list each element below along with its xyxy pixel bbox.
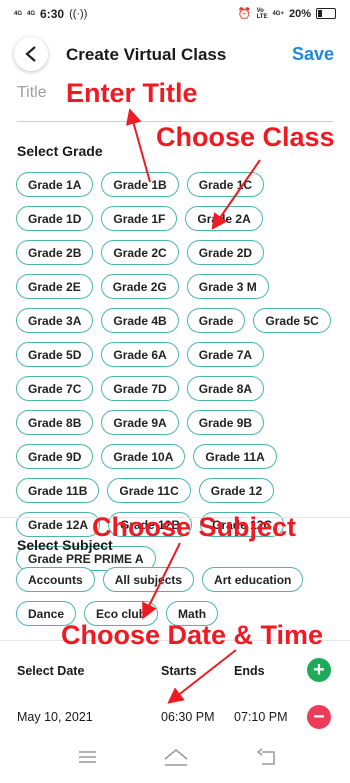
annotation-choose-date-time: Choose Date & Time bbox=[61, 620, 324, 650]
menu-icon[interactable] bbox=[79, 751, 96, 763]
minus-icon: − bbox=[313, 706, 325, 728]
home-icon[interactable] bbox=[164, 749, 188, 766]
grade-chip[interactable]: Grade 1C bbox=[186, 172, 265, 197]
grade-chip[interactable]: Grade 12A bbox=[16, 512, 101, 537]
grade-chip[interactable]: Grade 11A bbox=[193, 444, 277, 469]
grade-chip[interactable]: Grade 10A bbox=[101, 444, 186, 469]
grade-chip[interactable]: Grade bbox=[186, 308, 246, 333]
starts-label: Starts bbox=[161, 664, 197, 678]
grade-chip[interactable]: Grade 11C bbox=[107, 478, 191, 503]
grade-chip[interactable]: Grade 12 bbox=[198, 478, 275, 503]
grade-chip[interactable]: Grade 3 M bbox=[186, 274, 269, 299]
grade-chip[interactable]: Grade 4B bbox=[101, 308, 179, 333]
add-slot-button[interactable]: + bbox=[307, 658, 331, 682]
end-time-value[interactable]: 07:10 PM bbox=[234, 710, 288, 724]
grade-chip[interactable]: Grade 11B bbox=[16, 478, 100, 503]
ends-label: Ends bbox=[234, 664, 265, 678]
annotation-choose-class: Choose Class bbox=[156, 122, 335, 152]
grade-chip[interactable]: Grade 7C bbox=[16, 376, 94, 401]
back-button[interactable] bbox=[14, 37, 48, 71]
grade-chip[interactable]: Grade 2D bbox=[186, 240, 265, 265]
subject-chip[interactable]: Accounts bbox=[16, 567, 95, 592]
hotspot-icon: ((·)) bbox=[69, 8, 88, 20]
grade-chip[interactable]: Grade 2A bbox=[185, 206, 263, 231]
grade-chip[interactable]: Grade 1D bbox=[16, 206, 94, 231]
grade-chip[interactable]: Grade 1F bbox=[101, 206, 178, 231]
grade-chip[interactable]: Grade 7D bbox=[101, 376, 179, 401]
annotation-enter-title: Enter Title bbox=[66, 78, 198, 108]
select-grade-heading: Select Grade bbox=[17, 143, 103, 159]
start-time-value[interactable]: 06:30 PM bbox=[161, 710, 215, 724]
grade-chip[interactable]: Grade 5D bbox=[16, 342, 94, 367]
status-time: 6:30 bbox=[40, 7, 65, 21]
grade-chip[interactable]: Grade 1A bbox=[16, 172, 94, 197]
sim1-signal-icon: 4G bbox=[14, 11, 23, 17]
plus-icon: + bbox=[313, 659, 325, 681]
grade-chip[interactable]: Grade 2G bbox=[100, 274, 179, 299]
grade-chip[interactable]: Grade 9A bbox=[101, 410, 179, 435]
page-title: Create Virtual Class bbox=[66, 45, 227, 64]
grade-chip[interactable]: Grade 2C bbox=[101, 240, 179, 265]
network-4g-icon: 4G+ bbox=[272, 10, 284, 17]
save-button[interactable]: Save bbox=[292, 44, 334, 65]
status-bar: 4G 4G 6:30 ((·)) ⏰ Vo LTE 4G+ 20% bbox=[0, 0, 350, 28]
grade-chip[interactable]: Grade 9B bbox=[186, 410, 265, 435]
battery-icon bbox=[316, 8, 336, 19]
subject-chip[interactable]: All subjects bbox=[102, 567, 195, 592]
system-nav-bar bbox=[0, 740, 350, 778]
grade-chip[interactable]: Grade 3A bbox=[16, 308, 94, 333]
title-input[interactable]: Title bbox=[17, 84, 47, 102]
grade-chip[interactable]: Grade 5C bbox=[253, 308, 331, 333]
annotation-choose-subject: Choose Subject bbox=[92, 512, 297, 542]
grade-chip[interactable]: Grade 7A bbox=[186, 342, 265, 367]
date-value[interactable]: May 10, 2021 bbox=[17, 710, 93, 724]
sim2-signal-icon: 4G bbox=[27, 11, 36, 17]
remove-slot-button[interactable]: − bbox=[307, 705, 331, 729]
select-date-label: Select Date bbox=[17, 664, 85, 678]
battery-percent: 20% bbox=[288, 7, 311, 20]
grade-chip[interactable]: Grade 8B bbox=[16, 410, 94, 435]
subject-chip-list: Accounts All subjects Art education Dance Ec… bbox=[16, 567, 336, 626]
grade-chip[interactable]: Grade 2E bbox=[16, 274, 93, 299]
chevron-left-icon bbox=[25, 46, 36, 62]
volte-icon: Vo LTE bbox=[256, 7, 268, 20]
subject-chip[interactable]: Art education bbox=[202, 567, 304, 592]
grade-chip[interactable]: Grade 6A bbox=[101, 342, 179, 367]
alarm-icon: ⏰ bbox=[237, 8, 252, 20]
grade-chip[interactable]: Grade 2B bbox=[16, 240, 94, 265]
grade-chip[interactable]: Grade 9D bbox=[16, 444, 94, 469]
back-nav-icon[interactable] bbox=[256, 748, 275, 765]
grade-chip[interactable]: Grade 1B bbox=[101, 172, 179, 197]
grade-chip[interactable]: Grade 8A bbox=[186, 376, 265, 401]
